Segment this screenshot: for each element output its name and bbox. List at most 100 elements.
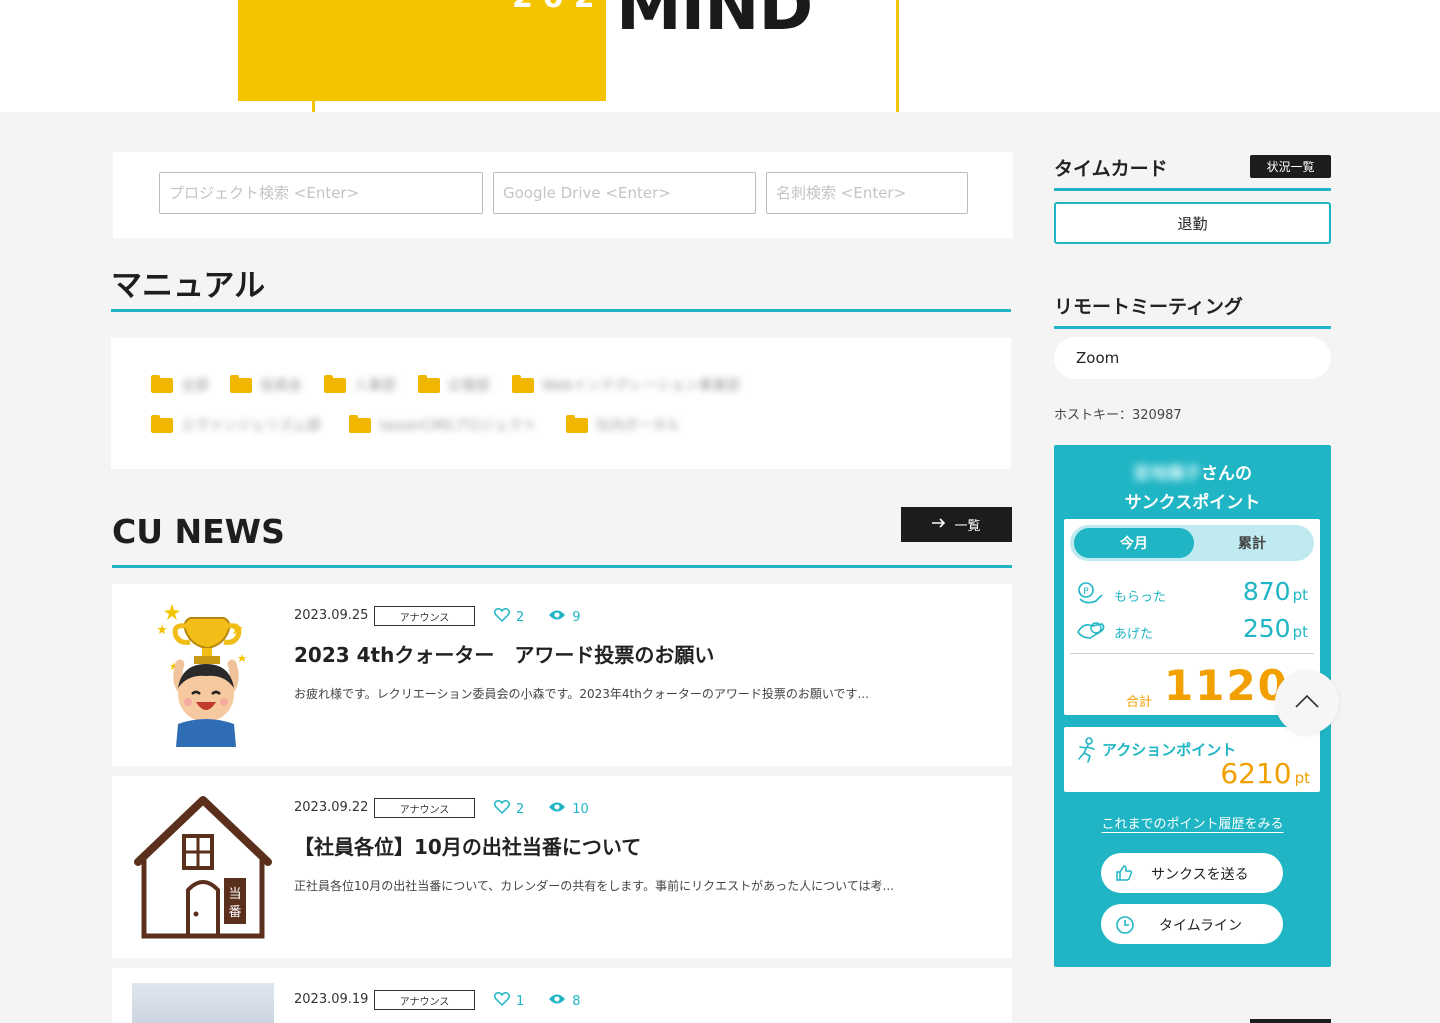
tab-this-month[interactable]: 今月 (1074, 528, 1194, 558)
house-sign-text-2: 番 (228, 905, 241, 920)
news-stats: 2 9 (493, 608, 581, 626)
thanks-user-suffix: さんの (1201, 464, 1252, 484)
tab-cumulative[interactable]: 累計 (1194, 528, 1310, 558)
manual-folders-card: 全部 役員会 人事部 広報部 Webインテグレーション事業部 エヴァンジェリズム… (111, 338, 1011, 469)
news-stats: 1 8 (493, 992, 581, 1010)
given-value: 250 (1242, 614, 1291, 643)
news-date: 2023.09.25 (294, 608, 369, 623)
news-category-tag[interactable]: アナウンス (374, 990, 475, 1010)
given-points-row: あげた 250 pt (1076, 614, 1308, 646)
action-points-title: アクションポイント (1102, 741, 1237, 759)
section-divider (112, 565, 1012, 568)
heart-icon[interactable] (493, 608, 511, 626)
house-sign-text-1: 当 (228, 887, 241, 902)
total-value: 1120 (1164, 661, 1289, 710)
banner-yellow-block (238, 0, 606, 101)
news-item[interactable]: 当 番 2023.09.22 アナウンス 2 10 【社員各位】10月の出社当番… (112, 776, 1012, 958)
section-divider (1054, 326, 1331, 329)
running-person-icon (1076, 737, 1098, 767)
send-thanks-label: サンクスを送る (1151, 867, 1249, 883)
action-value-wrap: 6210 pt (1220, 757, 1310, 790)
folder-icon (230, 374, 252, 393)
manual-folder[interactable]: エヴァンジェリズム部 (151, 414, 321, 435)
scroll-to-top-button[interactable] (1275, 670, 1339, 734)
folder-icon (512, 374, 534, 393)
received-points-icon: P (1076, 581, 1104, 611)
thanks-user-name: 宮地陽子 (1133, 464, 1201, 484)
manual-folder[interactable]: 人事部 (324, 374, 396, 395)
banner-divider (312, 101, 315, 112)
like-count: 1 (516, 993, 525, 1009)
eye-icon (548, 993, 566, 1009)
thanks-user-line: 宮地陽子さんの (1054, 459, 1331, 484)
points-unit: pt (1294, 769, 1310, 787)
news-category-tag[interactable]: アナウンス (374, 798, 475, 818)
folder-icon (418, 374, 440, 393)
folder-icon (151, 414, 173, 433)
header-banner: 2023 MIND (0, 0, 1440, 112)
action-points-card: アクションポイント 6210 pt (1064, 727, 1320, 792)
thumbs-up-icon (1115, 864, 1133, 886)
next-section-badge (1250, 1019, 1331, 1023)
points-unit: pt (1292, 623, 1308, 641)
news-item-excerpt: 正社員各位10月の出社当番について、カレンダーの共有をします。事前にリクエストが… (294, 879, 894, 893)
manual-folder[interactable]: tasserCMSプロジェクト (349, 414, 537, 435)
news-item[interactable]: 2023.09.25 アナウンス 2 9 2023 4thクォーター アワード投… (112, 584, 1012, 766)
section-divider (111, 309, 1011, 312)
news-thumbnail-trophy (132, 602, 272, 747)
points-divider (1070, 653, 1314, 654)
news-date: 2023.09.22 (294, 800, 369, 815)
news-list-label: 一覧 (954, 519, 981, 534)
remote-meeting-title: リモートミーティング (1054, 296, 1243, 318)
google-drive-search-input[interactable] (493, 172, 756, 214)
folder-icon (151, 374, 173, 393)
timeline-label: タイムライン (1159, 918, 1243, 934)
timecard-status-list-button[interactable]: 状況一覧 (1250, 155, 1331, 178)
timecard-title: タイムカード (1054, 158, 1168, 180)
view-count: 10 (572, 801, 589, 817)
search-card (113, 152, 1013, 238)
heart-icon[interactable] (493, 800, 511, 818)
received-value: 870 (1242, 577, 1291, 606)
chevron-up-icon (1294, 694, 1320, 712)
project-search-input[interactable] (159, 172, 483, 214)
manual-folder[interactable]: Webインテグレーション事業部 (512, 374, 740, 395)
manual-folder[interactable]: 役員会 (230, 374, 302, 395)
folder-icon (566, 414, 588, 433)
news-item-excerpt: お疲れ様です。レクリエーション委員会の小森です。2023年4thクォーターのアワ… (294, 687, 869, 701)
news-thumbnail (132, 983, 274, 1023)
given-label: あげた (1114, 627, 1154, 642)
clock-out-button[interactable]: 退勤 (1054, 202, 1331, 244)
news-item-title[interactable]: 【社員各位】10月の出社当番について (294, 831, 641, 860)
thanks-heading: サンクスポイント (1124, 493, 1261, 513)
timeline-button[interactable]: タイムライン (1101, 904, 1283, 944)
news-item-title[interactable]: 2023 4thクォーター アワード投票のお願い (294, 639, 714, 668)
folder-icon (324, 374, 346, 393)
manual-folder[interactable]: 社内ポータル (566, 414, 680, 435)
section-divider (1054, 188, 1331, 191)
like-count: 2 (516, 801, 525, 817)
manual-folder[interactable]: 全部 (151, 374, 209, 395)
business-card-search-input[interactable] (766, 172, 968, 214)
given-points-icon (1076, 618, 1106, 646)
points-unit: pt (1292, 586, 1308, 604)
heart-icon[interactable] (493, 992, 511, 1010)
folder-icon (349, 414, 371, 433)
news-category-tag[interactable]: アナウンス (374, 606, 475, 626)
send-thanks-button[interactable]: サンクスを送る (1101, 853, 1283, 893)
news-thumbnail-house: 当 番 (132, 794, 274, 940)
received-value-wrap: 870 pt (1243, 577, 1308, 606)
zoom-link[interactable]: Zoom (1054, 337, 1331, 379)
received-label: もらった (1114, 590, 1167, 605)
news-date: 2023.09.19 (294, 992, 369, 1007)
banner-logo: MIND (616, 0, 813, 45)
eye-icon (548, 609, 566, 625)
news-item[interactable]: 2023.09.19 アナウンス 1 8 (112, 968, 1012, 1023)
manual-title: マニュアル (111, 268, 266, 304)
view-count: 9 (572, 609, 581, 625)
points-history-link[interactable]: これまでのポイント履歴をみる (1054, 813, 1331, 832)
news-stats: 2 10 (493, 800, 589, 818)
news-title: CU NEWS (112, 512, 285, 551)
news-list-button[interactable]: 一覧 (901, 507, 1012, 542)
manual-folder[interactable]: 広報部 (418, 374, 490, 395)
